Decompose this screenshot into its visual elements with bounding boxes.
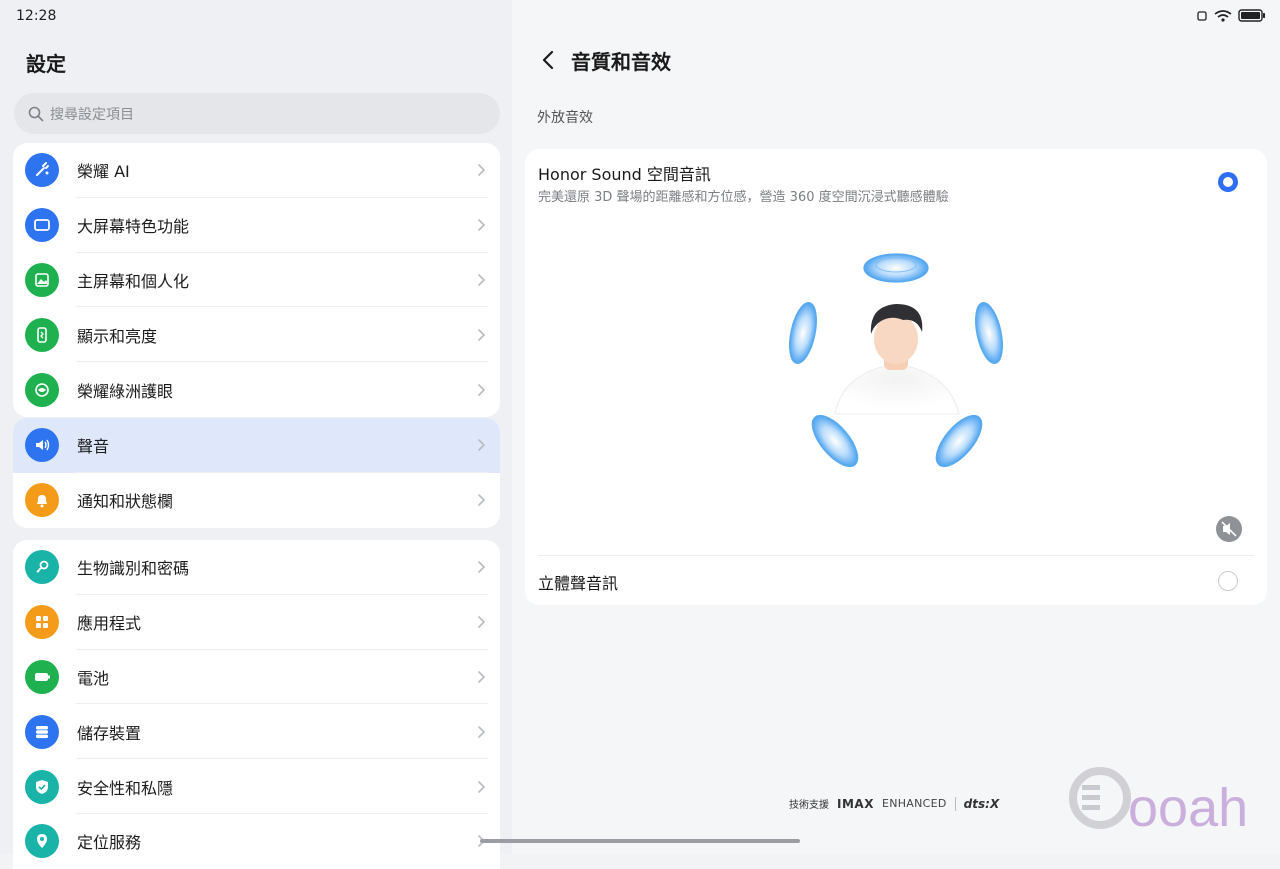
chevron-right-icon: [478, 616, 486, 628]
shield-check-icon: [25, 769, 59, 804]
chevron-right-icon: [478, 725, 486, 738]
sidebar-item[interactable]: 顯示和亮度: [13, 307, 500, 363]
eye-care-icon: [25, 372, 59, 407]
option-stereo-title[interactable]: 立體聲音訊: [538, 570, 618, 594]
image-icon: [25, 262, 59, 297]
sidebar-item-label: 通知和狀態欄: [77, 492, 174, 512]
chevron-right-icon: [478, 561, 486, 574]
detail-title: 音質和音效: [571, 50, 671, 74]
storage-icon: [25, 714, 59, 749]
sidebar-item[interactable]: 通知和狀態欄: [13, 473, 500, 528]
vibrate-icon: [1197, 10, 1207, 21]
sidebar-item-label: 應用程式: [77, 614, 142, 634]
sidebar-item[interactable]: 榮耀 AI: [13, 143, 500, 198]
battery-status-icon: [1238, 9, 1265, 22]
sidebar-item[interactable]: 聲音: [13, 418, 500, 473]
sidebar-item[interactable]: 電池: [13, 650, 500, 705]
section-label: 外放音效: [537, 110, 593, 126]
chevron-right-icon: [478, 383, 486, 396]
sidebar-item-label: 榮耀 AI: [77, 162, 130, 182]
search-icon: [28, 106, 44, 121]
sidebar-item[interactable]: 生物識別和密碼: [13, 540, 500, 595]
sidebar-item-label: 安全性和私隱: [77, 778, 174, 798]
sidebar-item-label: 顯示和亮度: [77, 326, 158, 346]
sidebar-item-label: 儲存裝置: [77, 723, 142, 743]
key-icon: [25, 550, 59, 585]
bell-icon: [25, 483, 59, 518]
battery-icon: [25, 659, 59, 694]
speaker-icon: [25, 428, 59, 463]
chevron-right-icon: [478, 328, 486, 341]
apps-grid-icon: [25, 605, 59, 640]
sidebar-item[interactable]: 定位服務: [13, 814, 500, 869]
watermark-logo: ooah: [1069, 767, 1248, 834]
stereo-radio[interactable]: [1218, 571, 1238, 591]
watermark-text: ooah: [1128, 778, 1248, 834]
sidebar-item-label: 定位服務: [77, 833, 142, 853]
spatial-audio-radio[interactable]: [1218, 172, 1238, 192]
chevron-right-icon: [478, 219, 486, 231]
status-icons: [1196, 9, 1266, 22]
chevron-right-icon: [478, 274, 486, 286]
sidebar-item[interactable]: 主屏幕和個人化: [13, 253, 500, 308]
option-spatial-audio-description: 完美還原 3D 聲場的距離感和方位感，營造 360 度空間沉浸式聽感體驗: [538, 190, 949, 205]
search-input[interactable]: 搜尋設定項目: [14, 93, 500, 134]
chevron-right-icon: [478, 494, 486, 506]
back-icon[interactable]: [540, 49, 556, 71]
status-time: 12:28: [16, 8, 57, 24]
imax-enhanced-text: ENHANCED: [881, 797, 947, 810]
sidebar-item[interactable]: 大屏幕特色功能: [13, 198, 500, 253]
settings-group: 榮耀 AI 大屏幕特色功能 主屏幕和個人化 顯示和亮度榮耀綠洲護眼: [13, 143, 500, 417]
tablet-icon: [25, 208, 59, 243]
search-placeholder: 搜尋設定項目: [50, 106, 134, 123]
option-divider: [538, 555, 1254, 556]
home-indicator[interactable]: [480, 839, 800, 843]
settings-sidebar: 12:28 設定 搜尋設定項目 榮耀 AI 大屏幕特色功能 主屏幕和個人化 顯示和亮度…: [0, 0, 512, 869]
page-title: 設定: [26, 52, 66, 76]
sidebar-item-label: 聲音: [77, 437, 110, 457]
sidebar-item[interactable]: 儲存裝置: [13, 704, 500, 760]
sidebar-item-label: 電池: [77, 668, 110, 688]
settings-group: 生物識別和密碼 應用程式電池儲存裝置安全性和私隱 定位服務: [13, 540, 500, 869]
sound-effect-card: Honor Sound 空間音訊 完美還原 3D 聲場的距離感和方位感，營造 3…: [525, 149, 1267, 605]
chevron-right-icon: [478, 780, 486, 793]
wifi-icon: [1214, 9, 1232, 22]
ai-sparkle-icon: [25, 153, 59, 188]
imax-logo: IMAX: [837, 796, 874, 811]
logo-divider: [954, 796, 956, 811]
mute-icon[interactable]: [1216, 516, 1242, 542]
sidebar-item[interactable]: 應用程式: [13, 595, 500, 650]
sidebar-item[interactable]: 榮耀綠洲護眼: [13, 362, 500, 417]
sidebar-item-label: 榮耀綠洲護眼: [77, 381, 174, 401]
location-pin-icon: [25, 824, 59, 859]
spatial-audio-illustration: [789, 253, 1003, 467]
powered-by-footer: 技術支援 IMAX ENHANCED dts:X: [789, 796, 999, 811]
phone-brightness-icon: [25, 317, 59, 352]
sidebar-item-label: 生物識別和密碼: [77, 559, 190, 579]
dtsx-logo: dts:X: [963, 796, 1000, 811]
sidebar-item-label: 大屏幕特色功能: [77, 217, 190, 237]
sidebar-item-label: 主屏幕和個人化: [77, 271, 190, 291]
powered-by-prefix: 技術支援: [789, 800, 829, 811]
option-spatial-audio-title[interactable]: Honor Sound 空間音訊: [538, 161, 711, 185]
chevron-right-icon: [478, 671, 486, 683]
sidebar-item[interactable]: 安全性和私隱: [13, 759, 500, 814]
chevron-right-icon: [478, 164, 486, 177]
chevron-right-icon: [478, 439, 486, 452]
settings-group: 聲音 通知和狀態欄: [13, 418, 500, 528]
